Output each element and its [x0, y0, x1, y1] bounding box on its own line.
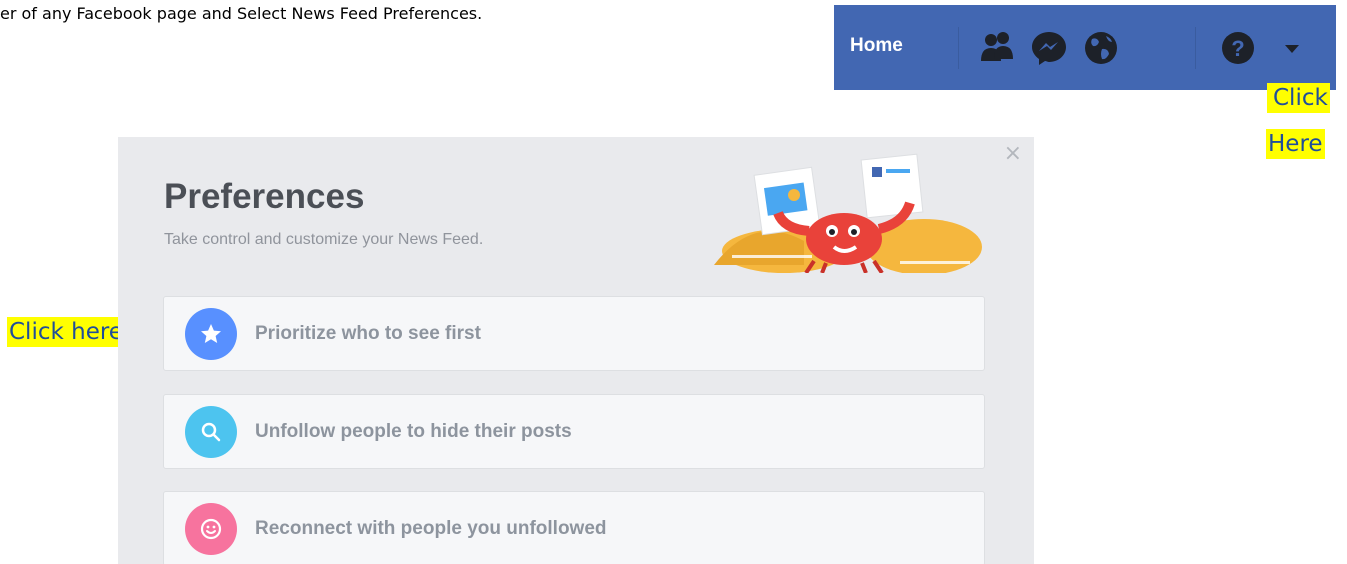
- crab-illustration-icon: [714, 153, 982, 273]
- preferences-dialog: × Preferences Take control and customize…: [118, 137, 1034, 564]
- star-icon: [201, 324, 221, 343]
- search-icon: [201, 422, 221, 442]
- option-label: Unfollow people to hide their posts: [255, 421, 572, 442]
- svg-text:?: ?: [1231, 36, 1244, 61]
- callout-click: Click: [1267, 83, 1330, 113]
- instruction-text: er of any Facebook page and Select News …: [0, 4, 483, 23]
- divider: [958, 27, 959, 69]
- smiley-icon: [200, 518, 222, 540]
- dialog-subtitle: Take control and customize your News Fee…: [164, 231, 484, 248]
- callout-click-here: Click here: [7, 317, 125, 347]
- option-icon-bg: [185, 308, 237, 360]
- globe-icon[interactable]: [1082, 29, 1120, 67]
- dropdown-arrow-icon[interactable]: [1280, 29, 1304, 67]
- close-icon[interactable]: ×: [1004, 141, 1022, 166]
- option-icon-bg: [185, 406, 237, 458]
- option-icon-bg: [185, 503, 237, 555]
- option-prioritize[interactable]: Prioritize who to see first: [163, 296, 985, 371]
- friends-icon[interactable]: [978, 29, 1016, 67]
- facebook-top-bar: Home ?: [834, 5, 1336, 90]
- callout-here: Here: [1266, 129, 1325, 159]
- dialog-title: Preferences: [164, 177, 365, 216]
- messenger-icon[interactable]: [1030, 29, 1068, 67]
- option-unfollow[interactable]: Unfollow people to hide their posts: [163, 394, 985, 469]
- home-link[interactable]: Home: [850, 35, 903, 57]
- option-label: Reconnect with people you unfollowed: [255, 518, 607, 539]
- option-reconnect[interactable]: Reconnect with people you unfollowed: [163, 491, 985, 564]
- divider: [1195, 27, 1196, 69]
- help-icon[interactable]: ?: [1219, 29, 1257, 67]
- option-label: Prioritize who to see first: [255, 323, 481, 344]
